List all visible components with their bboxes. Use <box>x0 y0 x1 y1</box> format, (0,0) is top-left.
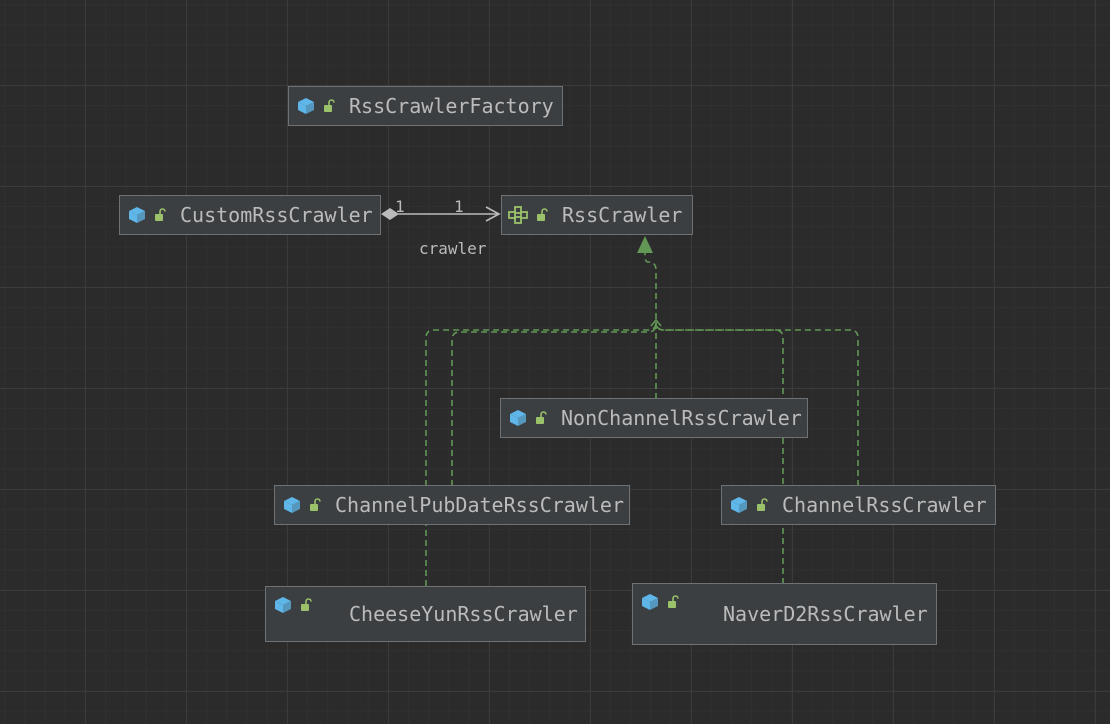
unlocked-icon <box>537 208 548 221</box>
association-source-multiplicity: 1 <box>395 197 405 216</box>
inheritance-edge-main[interactable] <box>644 253 657 399</box>
node-label: NonChannelRssCrawler <box>561 406 802 430</box>
unlocked-icon <box>301 598 312 611</box>
node-channel-pub-date-rss-crawler[interactable]: ChannelPubDateRssCrawler <box>274 485 630 525</box>
node-label: CheeseYunRssCrawler <box>349 602 578 626</box>
node-rss-crawler-factory[interactable]: RssCrawlerFactory <box>288 86 563 126</box>
inheritance-edge-cheese-yun[interactable] <box>425 321 657 586</box>
unlocked-icon <box>155 208 166 221</box>
class-icon <box>642 594 658 610</box>
node-channel-rss-crawler[interactable]: ChannelRssCrawler <box>721 485 996 525</box>
unlocked-icon <box>324 99 335 112</box>
class-icon <box>284 497 300 513</box>
unlocked-icon <box>310 498 321 511</box>
inheritance-edge-naver-d2[interactable] <box>655 321 784 584</box>
class-icon <box>731 497 747 513</box>
node-cheese-yun-rss-crawler[interactable]: CheeseYunRssCrawler <box>265 586 586 642</box>
inheritance-arrowhead <box>637 236 653 253</box>
node-label: RssCrawler <box>562 203 683 227</box>
node-non-channel-rss-crawler[interactable]: NonChannelRssCrawler <box>500 398 808 438</box>
node-naver-d2-rss-crawler[interactable]: NaverD2RssCrawler <box>632 583 937 645</box>
node-label: ChannelRssCrawler <box>782 493 987 517</box>
diagram-canvas[interactable]: 1 1 crawler RssCrawlerFactory CustomRssC… <box>0 0 1110 724</box>
node-rss-crawler[interactable]: RssCrawler <box>501 195 693 235</box>
node-label: NaverD2RssCrawler <box>723 602 928 626</box>
node-label: ChannelPubDateRssCrawler <box>335 493 624 517</box>
class-icon <box>129 207 145 223</box>
class-icon <box>510 410 526 426</box>
unlocked-icon <box>668 595 679 608</box>
class-icon <box>298 98 314 114</box>
node-label: RssCrawlerFactory <box>349 94 554 118</box>
association-target-multiplicity: 1 <box>454 197 464 216</box>
interface-icon <box>508 206 528 224</box>
unlocked-icon <box>757 498 768 511</box>
node-custom-rss-crawler[interactable]: CustomRssCrawler <box>119 195 381 235</box>
class-icon <box>275 597 291 613</box>
association-role-label: crawler <box>419 239 487 258</box>
unlocked-icon <box>536 411 547 424</box>
node-label: CustomRssCrawler <box>180 203 373 227</box>
